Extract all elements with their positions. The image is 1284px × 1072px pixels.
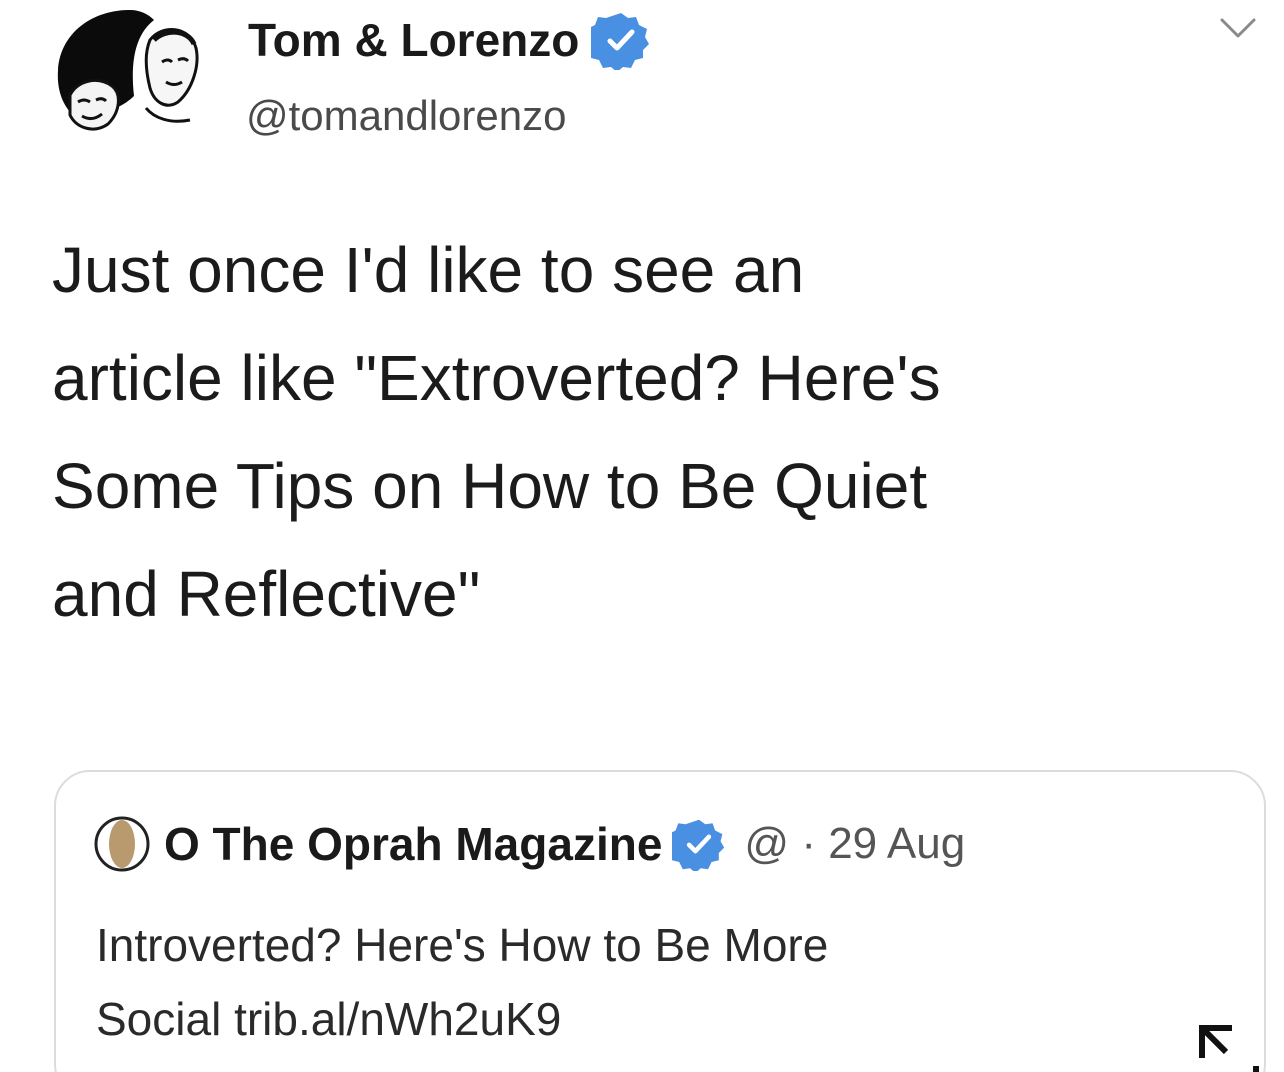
quoted-tweet-card[interactable]: O The Oprah Magazine @ · 29 Aug Introver…: [54, 770, 1266, 1072]
quoted-tweet-header: O The Oprah Magazine @ · 29 Aug: [94, 816, 965, 872]
verified-badge-icon: [591, 13, 650, 70]
author-avatar[interactable]: [50, 0, 208, 150]
quoted-author-name[interactable]: O The Oprah Magazine: [164, 817, 662, 871]
quoted-tweet-text: Introverted? Here's How to Be More Socia…: [96, 919, 829, 1045]
expand-icon[interactable]: [1196, 1022, 1262, 1072]
quoted-tweet-meta: @ · 29 Aug: [744, 819, 966, 868]
verified-badge-icon: [672, 819, 725, 871]
author-name-row[interactable]: Tom & Lorenzo: [248, 10, 651, 70]
tweet-text: Just once I'd like to see an article lik…: [52, 234, 941, 630]
quoted-author-avatar[interactable]: [94, 816, 150, 872]
chevron-down-icon[interactable]: [1218, 14, 1258, 44]
author-handle[interactable]: @tomandlorenzo: [246, 90, 566, 142]
author-name[interactable]: Tom & Lorenzo: [248, 12, 579, 68]
